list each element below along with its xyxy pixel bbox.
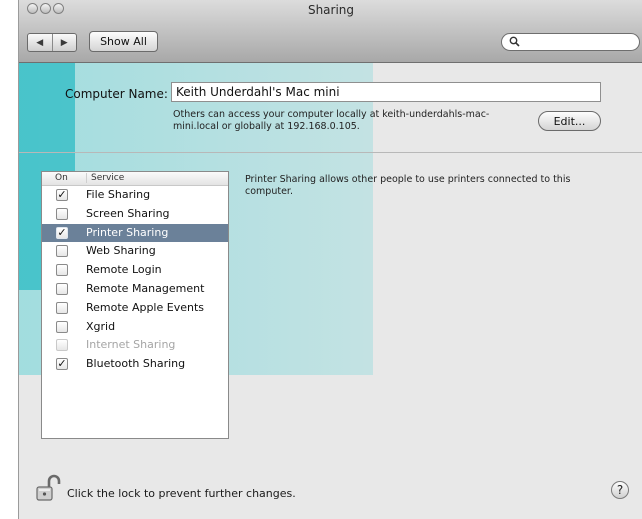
web-sharing-checkbox[interactable] <box>56 245 68 258</box>
computer-name-help-text: Others can access your computer locally … <box>173 109 490 132</box>
service-label: Screen Sharing <box>86 206 170 220</box>
service-label: File Sharing <box>86 188 151 201</box>
remote-management-checkbox[interactable] <box>56 282 68 295</box>
printer-sharing-checkbox[interactable]: ✓ <box>56 226 68 239</box>
service-label: Remote Login <box>86 263 162 277</box>
service-list: On Service ✓ File Sharing Screen Sharing… <box>41 171 229 439</box>
service-row-remote-login[interactable]: Remote Login <box>42 261 228 280</box>
internet-sharing-checkbox <box>56 339 68 352</box>
sharing-window: Sharing ◀ ▶ Show All Computer Name: Keit… <box>18 0 642 519</box>
edit-button[interactable]: Edit... <box>538 111 601 131</box>
service-column-header[interactable]: Service <box>86 173 124 183</box>
computer-name-label: Computer Name: <box>65 87 168 101</box>
service-row-xgrid[interactable]: Xgrid <box>42 318 228 337</box>
on-column-header[interactable]: On <box>55 173 68 183</box>
service-row-printer-sharing[interactable]: ✓ Printer Sharing <box>42 223 228 243</box>
service-row-screen-sharing[interactable]: Screen Sharing <box>42 205 228 224</box>
service-row-bluetooth-sharing[interactable]: ✓ Bluetooth Sharing <box>42 355 228 374</box>
service-label: Remote Apple Events <box>86 300 204 314</box>
help-question-icon: ? <box>616 483 624 497</box>
service-row-file-sharing[interactable]: ✓ File Sharing <box>42 186 228 205</box>
service-label: Web Sharing <box>86 244 156 258</box>
service-label: Bluetooth Sharing <box>86 357 186 371</box>
remote-apple-events-checkbox[interactable] <box>56 301 68 314</box>
service-list-header: On Service <box>42 172 228 186</box>
preferences-content: Computer Name: Keith Underdahl's Mac min… <box>19 0 642 519</box>
xgrid-checkbox[interactable] <box>56 320 68 333</box>
file-sharing-checkbox[interactable]: ✓ <box>56 189 68 201</box>
help-button[interactable]: ? <box>611 481 629 499</box>
service-row-web-sharing[interactable]: Web Sharing <box>42 242 228 261</box>
bluetooth-sharing-checkbox[interactable]: ✓ <box>56 358 68 371</box>
computer-name-field[interactable]: Keith Underdahl's Mac mini <box>171 82 601 102</box>
unlocked-padlock-icon[interactable] <box>35 474 61 504</box>
service-row-remote-apple-events[interactable]: Remote Apple Events <box>42 299 228 318</box>
remote-login-checkbox[interactable] <box>56 264 68 277</box>
service-description: Printer Sharing allows other people to u… <box>245 174 571 197</box>
service-row-remote-management[interactable]: Remote Management <box>42 280 228 299</box>
screen-sharing-checkbox[interactable] <box>56 207 68 220</box>
service-label: Xgrid <box>86 319 116 333</box>
service-label: Printer Sharing <box>86 225 169 239</box>
service-label: Internet Sharing <box>86 338 176 352</box>
section-divider <box>19 152 642 153</box>
service-row-internet-sharing: Internet Sharing <box>42 336 228 355</box>
lock-message: Click the lock to prevent further change… <box>67 487 296 500</box>
service-label: Remote Management <box>86 281 205 295</box>
